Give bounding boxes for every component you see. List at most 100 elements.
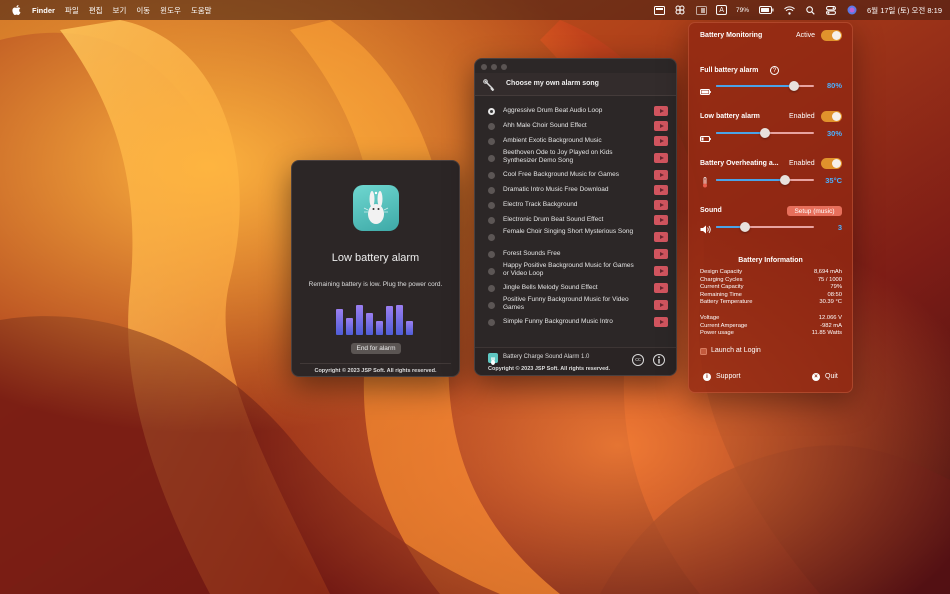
play-preview-button[interactable] bbox=[654, 200, 668, 210]
menu-view[interactable]: 보기 bbox=[113, 5, 127, 16]
play-preview-button[interactable] bbox=[654, 266, 668, 276]
song-radio[interactable] bbox=[488, 284, 495, 292]
info-key: Voltage bbox=[700, 315, 720, 321]
play-preview-button[interactable] bbox=[654, 153, 668, 163]
play-preview-button[interactable] bbox=[654, 283, 668, 293]
play-preview-button[interactable] bbox=[654, 170, 668, 180]
setup-music-button[interactable]: Setup (music) bbox=[787, 206, 842, 216]
overheating-slider[interactable] bbox=[716, 175, 814, 185]
search-icon[interactable] bbox=[804, 4, 816, 16]
song-radio[interactable] bbox=[488, 267, 495, 275]
song-radio[interactable] bbox=[488, 186, 495, 194]
help-icon[interactable]: ? bbox=[770, 66, 779, 75]
song-name: Jingle Bells Melody Sound Effect bbox=[503, 284, 598, 291]
info-key: Current Amperage bbox=[700, 322, 748, 329]
song-row[interactable]: Jingle Bells Melody Sound Effect bbox=[475, 280, 676, 295]
low-battery-slider[interactable] bbox=[716, 128, 814, 138]
menu-edit[interactable]: 편집 bbox=[89, 5, 103, 16]
song-radio[interactable] bbox=[488, 301, 495, 309]
song-radio[interactable] bbox=[488, 250, 495, 258]
menu-go[interactable]: 이동 bbox=[136, 5, 150, 16]
song-row[interactable]: Simple Funny Background Music Intro bbox=[475, 314, 676, 329]
play-preview-button[interactable] bbox=[654, 300, 668, 310]
play-preview-button[interactable] bbox=[654, 249, 668, 259]
song-row[interactable]: Aggressive Drum Beat Audio Loop bbox=[475, 103, 676, 118]
songs-title: Choose my own alarm song bbox=[506, 80, 599, 87]
play-preview-button[interactable] bbox=[654, 136, 668, 146]
play-preview-button[interactable] bbox=[654, 215, 668, 225]
song-radio[interactable] bbox=[488, 318, 495, 326]
control-center-icon[interactable] bbox=[825, 4, 837, 16]
full-battery-slider[interactable] bbox=[716, 81, 814, 91]
info-key: Charging Cycles bbox=[700, 276, 743, 283]
wifi-icon[interactable] bbox=[783, 4, 795, 16]
song-radio[interactable] bbox=[488, 122, 495, 130]
menu-app-finder[interactable]: Finder bbox=[32, 6, 55, 15]
full-battery-value: 80% bbox=[826, 81, 842, 90]
battery-app-icon[interactable] bbox=[653, 4, 665, 16]
info-key: Current Capacity bbox=[700, 284, 744, 290]
song-radio[interactable] bbox=[488, 233, 495, 241]
play-preview-button[interactable] bbox=[654, 106, 668, 116]
launch-at-login-checkbox[interactable] bbox=[700, 348, 707, 355]
play-preview-button[interactable] bbox=[654, 121, 668, 131]
info-circle-icon[interactable]: i bbox=[703, 373, 711, 381]
menu-file[interactable]: 파일 bbox=[65, 5, 79, 16]
song-row[interactable]: Happy Positive Background Music for Game… bbox=[475, 261, 676, 280]
alarm-title: Low battery alarm bbox=[331, 252, 420, 264]
song-radio[interactable] bbox=[488, 201, 495, 209]
minimize-window-button[interactable] bbox=[491, 64, 497, 70]
zoom-window-button[interactable] bbox=[501, 64, 507, 70]
song-row[interactable]: Female Choir Singing Short Mysterious So… bbox=[475, 227, 676, 246]
sound-equalizer bbox=[336, 299, 416, 335]
battery-info-row: Charging Cycles 75 / 1000 bbox=[700, 277, 842, 283]
song-name: Ahh Male Choir Sound Effect bbox=[503, 122, 587, 129]
overheating-toggle[interactable] bbox=[821, 158, 842, 169]
menu-clock[interactable]: 6월 17일 (토) 오전 8:19 bbox=[867, 5, 942, 16]
song-row[interactable]: Positive Funny Background Music for Vide… bbox=[475, 295, 676, 314]
full-battery-slider-fill bbox=[716, 85, 795, 87]
support-link[interactable]: Support bbox=[716, 373, 741, 380]
screen-mirroring-icon[interactable] bbox=[695, 4, 707, 16]
equalizer-bar bbox=[386, 306, 393, 335]
launch-at-login-label[interactable]: Launch at Login bbox=[711, 347, 761, 354]
song-row[interactable]: Beethoven Ode to Joy Played on Kids Synt… bbox=[475, 148, 676, 167]
input-source-icon[interactable]: A bbox=[716, 5, 728, 15]
battery-icon[interactable] bbox=[758, 4, 774, 16]
song-row[interactable]: Forest Sounds Free bbox=[475, 246, 676, 261]
low-battery-toggle[interactable] bbox=[821, 111, 842, 122]
siri-icon[interactable] bbox=[846, 4, 858, 16]
cc-icon[interactable]: cc bbox=[632, 354, 644, 366]
play-preview-button[interactable] bbox=[654, 185, 668, 195]
low-battery-slider-knob[interactable] bbox=[760, 128, 770, 138]
play-preview-button[interactable] bbox=[654, 232, 668, 242]
overheating-slider-knob[interactable] bbox=[779, 175, 790, 185]
apple-menu-icon[interactable] bbox=[10, 4, 22, 16]
play-preview-button[interactable] bbox=[654, 317, 668, 327]
info-icon[interactable] bbox=[653, 354, 665, 366]
monitoring-toggle[interactable] bbox=[821, 30, 842, 41]
grid-icon[interactable] bbox=[674, 4, 686, 16]
footer-copyright: Copyright © 2023 JSP Soft. All rights re… bbox=[488, 366, 611, 372]
quit-button[interactable]: Quit bbox=[825, 373, 838, 380]
song-row[interactable]: Ambient Exotic Background Music bbox=[475, 133, 676, 148]
song-radio[interactable] bbox=[488, 154, 495, 162]
song-radio[interactable] bbox=[488, 137, 495, 145]
end-alarm-button[interactable]: End for alarm bbox=[351, 343, 401, 354]
overheating-status: Enabled bbox=[789, 160, 815, 167]
song-row[interactable]: Dramatic Intro Music Free Download bbox=[475, 182, 676, 197]
song-radio[interactable] bbox=[488, 107, 495, 115]
song-row[interactable]: Cool Free Background Music for Games bbox=[475, 167, 676, 182]
full-battery-slider-knob[interactable] bbox=[789, 81, 800, 91]
menu-window[interactable]: 윈도우 bbox=[160, 5, 181, 16]
sound-volume-slider[interactable] bbox=[716, 222, 814, 232]
quit-icon[interactable]: × bbox=[812, 373, 820, 381]
song-row[interactable]: Electronic Drum Beat Sound Effect bbox=[475, 212, 676, 227]
close-window-button[interactable] bbox=[481, 64, 487, 70]
song-row[interactable]: Ahh Male Choir Sound Effect bbox=[475, 118, 676, 133]
song-row[interactable]: Electro Track Background bbox=[475, 197, 676, 212]
song-radio[interactable] bbox=[488, 171, 495, 179]
song-radio[interactable] bbox=[488, 216, 495, 224]
sound-volume-slider-knob[interactable] bbox=[740, 222, 751, 232]
menu-help[interactable]: 도움말 bbox=[191, 5, 212, 16]
